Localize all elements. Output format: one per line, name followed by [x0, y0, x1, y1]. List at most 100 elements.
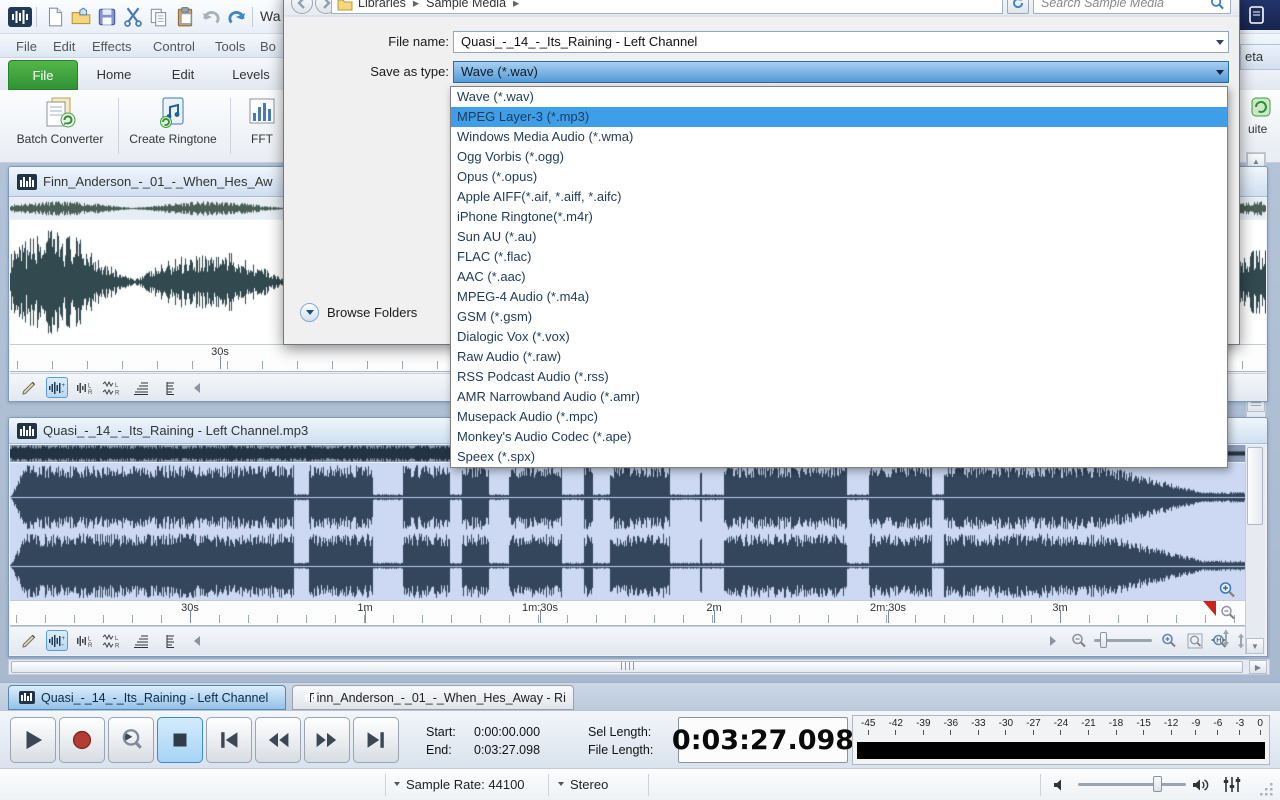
- format-option[interactable]: Apple AIFF(*.aif, *.aiff, *.aifc): [451, 187, 1227, 207]
- vertical-zoom-icon[interactable]: [1220, 629, 1232, 647]
- scroll-right-arrow[interactable]: ▶: [1249, 660, 1267, 674]
- breadcrumb-root[interactable]: Libraries: [358, 0, 406, 10]
- redo-icon[interactable]: [226, 6, 248, 28]
- batch-converter-button[interactable]: Batch Converter: [7, 94, 113, 158]
- wave-lr-icon[interactable]: LR: [74, 630, 96, 651]
- wave-display-icon[interactable]: +-: [46, 377, 68, 398]
- draw-pencil-icon[interactable]: [18, 377, 40, 398]
- ribbon-tab-file[interactable]: File: [8, 60, 78, 90]
- level-meter-icon-b[interactable]: [156, 630, 178, 651]
- zoom-slider-thumb[interactable]: [1100, 632, 1107, 648]
- undo-icon[interactable]: [200, 6, 222, 28]
- scrub-button[interactable]: [108, 717, 154, 763]
- save-file-icon[interactable]: [96, 6, 118, 28]
- copy-icon[interactable]: [148, 6, 170, 28]
- mixer-icon[interactable]: [1222, 776, 1242, 793]
- menu-bookmarks-fragment[interactable]: Bo: [256, 38, 280, 55]
- document-tab[interactable]: Finn_Anderson_-_01_-_When_Hes_Away - Ri: [292, 685, 574, 710]
- open-file-icon[interactable]: [70, 6, 92, 28]
- volume-high-icon[interactable]: [1192, 777, 1210, 793]
- ribbon-tab-edit[interactable]: Edit: [150, 60, 216, 90]
- nav-back-button[interactable]: [291, 0, 313, 14]
- format-option[interactable]: Speex (*.spx): [451, 447, 1227, 467]
- format-option[interactable]: MPEG-4 Audio (*.m4a): [451, 287, 1227, 307]
- cut-icon[interactable]: [122, 6, 144, 28]
- zoom-in-icon[interactable]: [1218, 581, 1236, 599]
- menu-edit[interactable]: Edit: [49, 38, 79, 55]
- format-option[interactable]: Windows Media Audio (*.wma): [451, 127, 1227, 147]
- play-button[interactable]: [10, 717, 56, 763]
- breadcrumb[interactable]: Libraries ▸ Sample Media ▸: [331, 0, 1003, 14]
- wave-stereo-icon[interactable]: LR: [100, 377, 122, 398]
- save-as-type-dropdown-arrow[interactable]: [1211, 62, 1228, 82]
- ribbon-tab-home[interactable]: Home: [80, 60, 148, 90]
- wave-stereo-icon[interactable]: LR: [100, 630, 122, 651]
- format-option[interactable]: FLAC (*.flac): [451, 247, 1227, 267]
- volume-low-icon[interactable]: [1052, 777, 1068, 793]
- format-option[interactable]: Opus (*.opus): [451, 167, 1227, 187]
- level-meter-icon-a[interactable]: [130, 377, 152, 398]
- stop-button[interactable]: [157, 717, 203, 763]
- wave-display-icon[interactable]: +-: [46, 630, 68, 651]
- window2-vertical-scrollbar[interactable]: ▼: [1245, 445, 1265, 654]
- paste-icon[interactable]: [174, 6, 196, 28]
- skip-to-start-button[interactable]: [206, 717, 252, 763]
- suite-button-fragment[interactable]: uite: [1240, 92, 1280, 152]
- zoom-in-icon[interactable]: [1158, 630, 1180, 651]
- zoom-out-icon[interactable]: [1220, 605, 1236, 621]
- format-option[interactable]: Dialogic Vox (*.vox): [451, 327, 1227, 347]
- search-input[interactable]: Search Sample Media: [1033, 0, 1231, 14]
- zoom-selection-icon[interactable]: [1184, 630, 1206, 651]
- file-name-dropdown-arrow[interactable]: [1211, 32, 1228, 52]
- skip-to-end-button[interactable]: [353, 717, 399, 763]
- format-option[interactable]: Wave (*.wav): [451, 87, 1227, 107]
- refresh-button[interactable]: [1007, 0, 1029, 14]
- collapse-left-icon[interactable]: [186, 630, 208, 651]
- channels-status[interactable]: Stereo: [570, 777, 608, 792]
- menu-file[interactable]: File: [12, 38, 41, 55]
- format-option[interactable]: RSS Podcast Audio (*.rss): [451, 367, 1227, 387]
- wave-lr-icon[interactable]: LR: [74, 377, 96, 398]
- record-button[interactable]: [59, 717, 105, 763]
- format-option[interactable]: Raw Audio (*.raw): [451, 347, 1227, 367]
- format-option[interactable]: AAC (*.aac): [451, 267, 1227, 287]
- format-option[interactable]: Sun AU (*.au): [451, 227, 1227, 247]
- browse-folders-button[interactable]: Browse Folders: [300, 301, 417, 323]
- level-meter-icon-a[interactable]: [130, 630, 152, 651]
- format-option[interactable]: GSM (*.gsm): [451, 307, 1227, 327]
- create-ringtone-button[interactable]: Create Ringtone: [120, 94, 226, 158]
- rewind-button[interactable]: [255, 717, 301, 763]
- scrollbar-grip[interactable]: [621, 662, 635, 670]
- window2-timeline-ruler[interactable]: 30s 1m 1m:30s 2m 2m:30s 3m: [10, 600, 1247, 626]
- horizontal-scrollbar[interactable]: ▶: [8, 659, 1270, 675]
- menu-tools[interactable]: Tools: [211, 38, 249, 55]
- zoom-out-icon[interactable]: [1068, 630, 1090, 651]
- collapse-left-icon[interactable]: [186, 377, 208, 398]
- level-meter-icon-b[interactable]: [156, 377, 178, 398]
- save-as-type-combobox[interactable]: Wave (*.wav): [453, 61, 1229, 83]
- expand-right-icon[interactable]: [1042, 630, 1064, 651]
- format-option[interactable]: iPhone Ringtone(*.m4r): [451, 207, 1227, 227]
- draw-pencil-icon[interactable]: [18, 630, 40, 651]
- selection-end-marker[interactable]: [1203, 601, 1216, 616]
- fast-forward-button[interactable]: [304, 717, 350, 763]
- format-option[interactable]: AMR Narrowband Audio (*.amr): [451, 387, 1227, 407]
- format-option[interactable]: Monkey's Audio Codec (*.ape): [451, 427, 1227, 447]
- sample-rate-dropdown-arrow[interactable]: [394, 782, 400, 786]
- document-tab[interactable]: Quasi_-_14_-_Its_Raining - Left Channel: [8, 685, 286, 710]
- file-name-input[interactable]: Quasi_-_14_-_Its_Raining - Left Channel: [453, 31, 1229, 53]
- ribbon-tab-levels[interactable]: Levels: [218, 60, 284, 90]
- format-option[interactable]: Musepack Audio (*.mpc): [451, 407, 1227, 427]
- resize-grip[interactable]: [1260, 783, 1274, 797]
- new-file-icon[interactable]: [44, 6, 66, 28]
- volume-slider-thumb[interactable]: [1153, 776, 1162, 792]
- format-option[interactable]: Ogg Vorbis (*.ogg): [451, 147, 1227, 167]
- sample-rate-status[interactable]: Sample Rate: 44100: [406, 777, 525, 792]
- menu-effects[interactable]: Effects: [88, 38, 136, 55]
- format-option[interactable]: MPEG Layer-3 (*.mp3): [451, 107, 1227, 127]
- ribbon-tab-metadata-fragment[interactable]: eta: [1240, 44, 1280, 70]
- menu-control[interactable]: Control: [149, 38, 199, 55]
- volume-slider-track[interactable]: [1078, 783, 1186, 786]
- window2-main-waveform[interactable]: [10, 463, 1247, 600]
- channels-dropdown-arrow[interactable]: [558, 782, 564, 786]
